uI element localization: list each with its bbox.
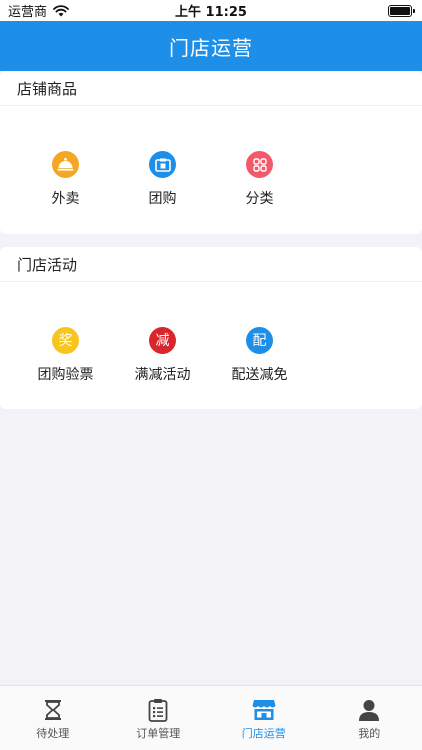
- store-products-section: 店铺商品 外卖 团购 分类: [0, 71, 422, 234]
- user-icon: [357, 698, 381, 722]
- clipboard-icon: [146, 698, 170, 722]
- section-header: 店铺商品: [0, 71, 422, 106]
- group-buy-icon: [149, 151, 176, 178]
- grid-item-category[interactable]: 分类: [211, 151, 308, 208]
- category-grid-icon: [246, 151, 273, 178]
- tab-orders[interactable]: 订单管理: [106, 686, 212, 750]
- tab-bar: 待处理 订单管理 门店运营 我的: [0, 685, 422, 750]
- tab-store-ops[interactable]: 门店运营: [211, 686, 317, 750]
- section-header: 门店活动: [0, 247, 422, 282]
- status-bar: 运营商 上午 11:25: [0, 0, 422, 21]
- delivery-icon: 配: [246, 327, 273, 354]
- cloche-icon: [52, 151, 79, 178]
- wifi-icon: [53, 4, 69, 17]
- grid-item-group-buy[interactable]: 团购: [114, 151, 211, 208]
- page-title: 门店运营: [169, 35, 253, 60]
- discount-icon: 减: [149, 327, 176, 354]
- grid-label: 团购验票: [37, 367, 94, 383]
- grid-item-delivery-waiver[interactable]: 配 配送减免: [211, 327, 308, 384]
- store-products-grid: 外卖 团购 分类: [0, 106, 422, 208]
- grid-item-takeout[interactable]: 外卖: [17, 151, 114, 208]
- grid-label: 分类: [245, 191, 274, 207]
- tab-label: 我的: [358, 727, 381, 740]
- grid-label: 外卖: [51, 191, 80, 207]
- grid-label: 满减活动: [134, 367, 191, 383]
- grid-label: 团购: [148, 191, 177, 207]
- nav-bar: 门店运营: [0, 21, 422, 71]
- store-activities-grid: 奖 团购验票 减 满减活动 配 配送减免: [0, 282, 422, 384]
- grid-item-ticket-check[interactable]: 奖 团购验票: [17, 327, 114, 384]
- store-activities-section: 门店活动 奖 团购验票 减 满减活动 配 配送减免: [0, 247, 422, 409]
- tab-label: 门店运营: [241, 727, 286, 740]
- battery-fill: [390, 6, 410, 15]
- carrier-label: 运营商: [8, 5, 48, 20]
- grid-item-discount[interactable]: 减 满减活动: [114, 327, 211, 384]
- tab-label: 订单管理: [136, 727, 181, 740]
- tab-profile[interactable]: 我的: [317, 686, 422, 750]
- tab-label: 待处理: [36, 727, 70, 740]
- grid-label: 配送减免: [231, 367, 288, 383]
- tab-pending[interactable]: 待处理: [0, 686, 106, 750]
- reward-icon: 奖: [52, 327, 79, 354]
- status-left: 运营商: [8, 1, 69, 20]
- storefront-icon: [252, 698, 276, 722]
- battery-icon: [388, 4, 415, 17]
- hourglass-icon: [41, 698, 65, 722]
